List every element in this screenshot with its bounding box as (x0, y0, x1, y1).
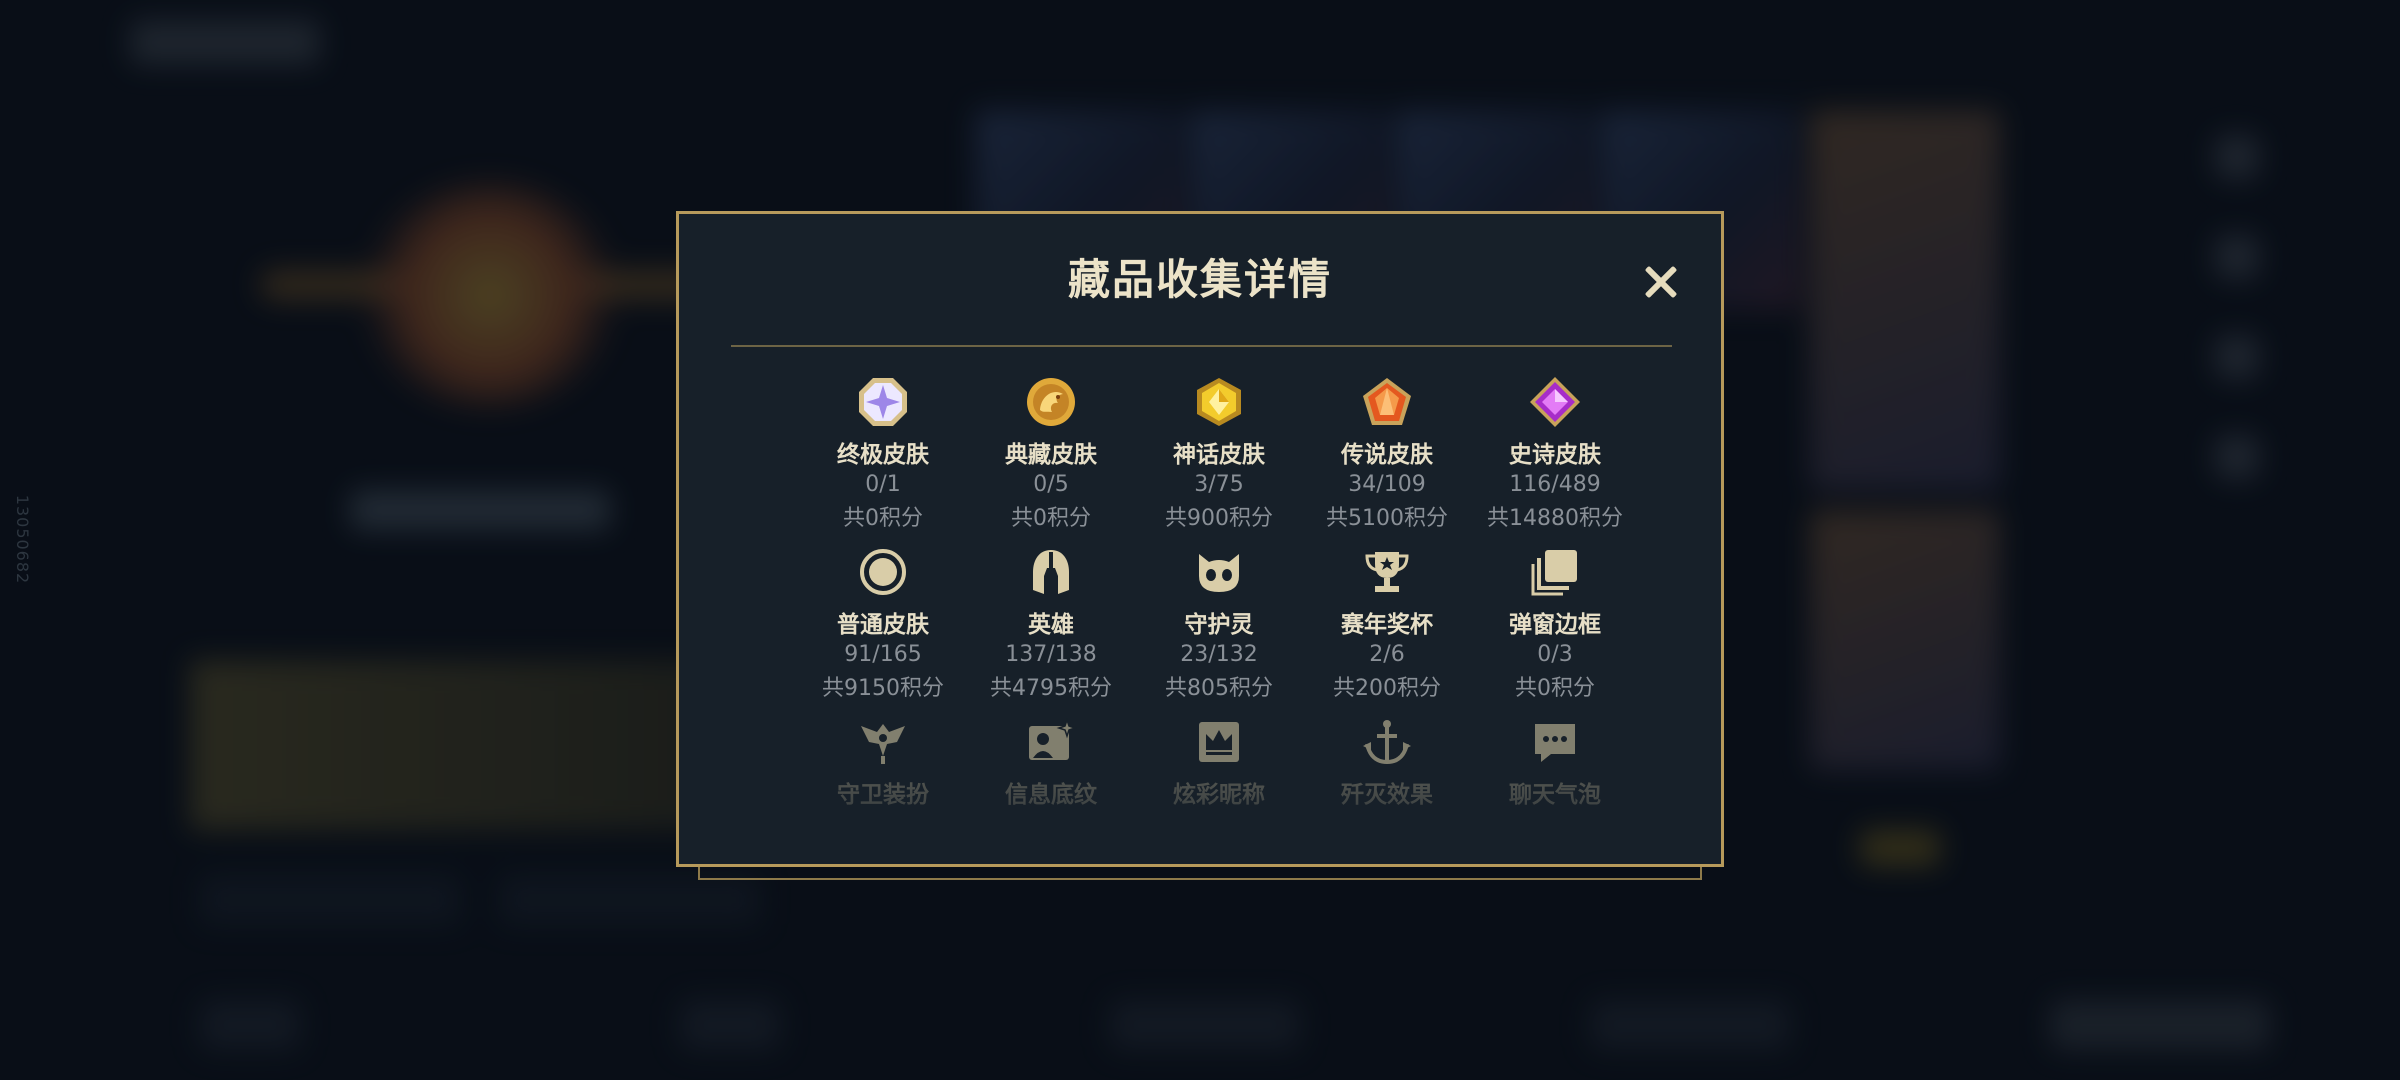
circle-ring-icon (855, 544, 911, 600)
category-points: 共200积分 (1333, 676, 1441, 701)
category-points: 共14880积分 (1487, 506, 1623, 531)
crown-card-icon (1191, 714, 1247, 770)
category-name: 普通皮肤 (837, 612, 929, 638)
category-name: 守护灵 (1184, 612, 1254, 638)
category-guardian[interactable]: 守护灵 23/132 共805积分 (1135, 544, 1303, 702)
category-points: 共0积分 (843, 506, 923, 531)
category-chat-bubble[interactable]: 聊天气泡 (1471, 714, 1639, 872)
category-mythic-skin[interactable]: 神话皮肤 3/75 共900积分 (1135, 374, 1303, 532)
category-annihilation-effect[interactable]: 歼灭效果 (1303, 714, 1471, 872)
category-count: 91/165 (844, 642, 922, 667)
category-points: 共5100积分 (1326, 506, 1448, 531)
dragon-coin-icon (1023, 374, 1079, 430)
category-count: 2/6 (1369, 642, 1405, 667)
category-normal-skin[interactable]: 普通皮肤 91/165 共9150积分 (799, 544, 967, 702)
category-name: 信息底纹 (1005, 782, 1097, 808)
chat-bubble-icon (1527, 714, 1583, 770)
category-count: 3/75 (1194, 472, 1244, 497)
guardian-cat-icon (1191, 544, 1247, 600)
category-epic-skin[interactable]: 史诗皮肤 116/489 共14880积分 (1471, 374, 1639, 532)
category-name: 英雄 (1028, 612, 1074, 638)
category-info-background[interactable]: 信息底纹 (967, 714, 1135, 872)
category-points: 共9150积分 (822, 676, 944, 701)
category-points: 共0积分 (1011, 506, 1091, 531)
trophy-icon (1359, 544, 1415, 600)
category-count: 0/5 (1033, 472, 1069, 497)
category-points: 共900积分 (1165, 506, 1273, 531)
category-name: 神话皮肤 (1173, 442, 1265, 468)
category-name: 传说皮肤 (1341, 442, 1433, 468)
category-name: 典藏皮肤 (1005, 442, 1097, 468)
card-sparkle-icon (1023, 714, 1079, 770)
category-count: 116/489 (1509, 472, 1601, 497)
category-name: 史诗皮肤 (1509, 442, 1601, 468)
category-name: 聊天气泡 (1509, 782, 1601, 808)
category-collector-skin[interactable]: 典藏皮肤 0/5 共0积分 (967, 374, 1135, 532)
category-count: 0/1 (865, 472, 901, 497)
category-count: 0/3 (1537, 642, 1573, 667)
category-name: 守卫装扮 (837, 782, 929, 808)
category-colorful-nickname[interactable]: 炫彩昵称 (1135, 714, 1303, 872)
dialog-title: 藏品收集详情 (1067, 255, 1332, 304)
stacked-frames-icon (1527, 544, 1583, 600)
category-legendary-skin[interactable]: 传说皮肤 34/109 共5100积分 (1303, 374, 1471, 532)
helmet-icon (1023, 544, 1079, 600)
category-popup-frame[interactable]: 弹窗边框 0/3 共0积分 (1471, 544, 1639, 702)
category-points: 共0积分 (1515, 676, 1595, 701)
octagon-gem-icon (855, 374, 911, 430)
category-ward-skin[interactable]: 守卫装扮 (799, 714, 967, 872)
category-count: 23/132 (1180, 642, 1258, 667)
category-season-trophy[interactable]: 赛年奖杯 2/6 共200积分 (1303, 544, 1471, 702)
ward-icon (855, 714, 911, 770)
category-name: 赛年奖杯 (1341, 612, 1433, 638)
category-name: 歼灭效果 (1341, 782, 1433, 808)
anchor-icon (1359, 714, 1415, 770)
diamond-gem-icon (1527, 374, 1583, 430)
close-icon[interactable] (1638, 260, 1682, 304)
collection-details-dialog: 藏品收集详情 终极皮肤 0/1 共0积分 典藏皮肤 0/5 共0积分 神话皮肤 (676, 211, 1724, 867)
category-name: 弹窗边框 (1509, 612, 1601, 638)
title-divider (731, 345, 1672, 347)
category-hero[interactable]: 英雄 137/138 共4795积分 (967, 544, 1135, 702)
category-points: 共805积分 (1165, 676, 1273, 701)
pentagon-gem-icon (1359, 374, 1415, 430)
category-count: 34/109 (1348, 472, 1426, 497)
category-grid: 终极皮肤 0/1 共0积分 典藏皮肤 0/5 共0积分 神话皮肤 3/75 共9… (799, 374, 1639, 872)
category-points: 共4795积分 (990, 676, 1112, 701)
category-count: 137/138 (1005, 642, 1097, 667)
hexagon-gem-icon (1191, 374, 1247, 430)
category-ultimate-skin[interactable]: 终极皮肤 0/1 共0积分 (799, 374, 967, 532)
category-name: 终极皮肤 (837, 442, 929, 468)
side-id-code: 13050682 (13, 494, 33, 585)
category-name: 炫彩昵称 (1173, 782, 1265, 808)
